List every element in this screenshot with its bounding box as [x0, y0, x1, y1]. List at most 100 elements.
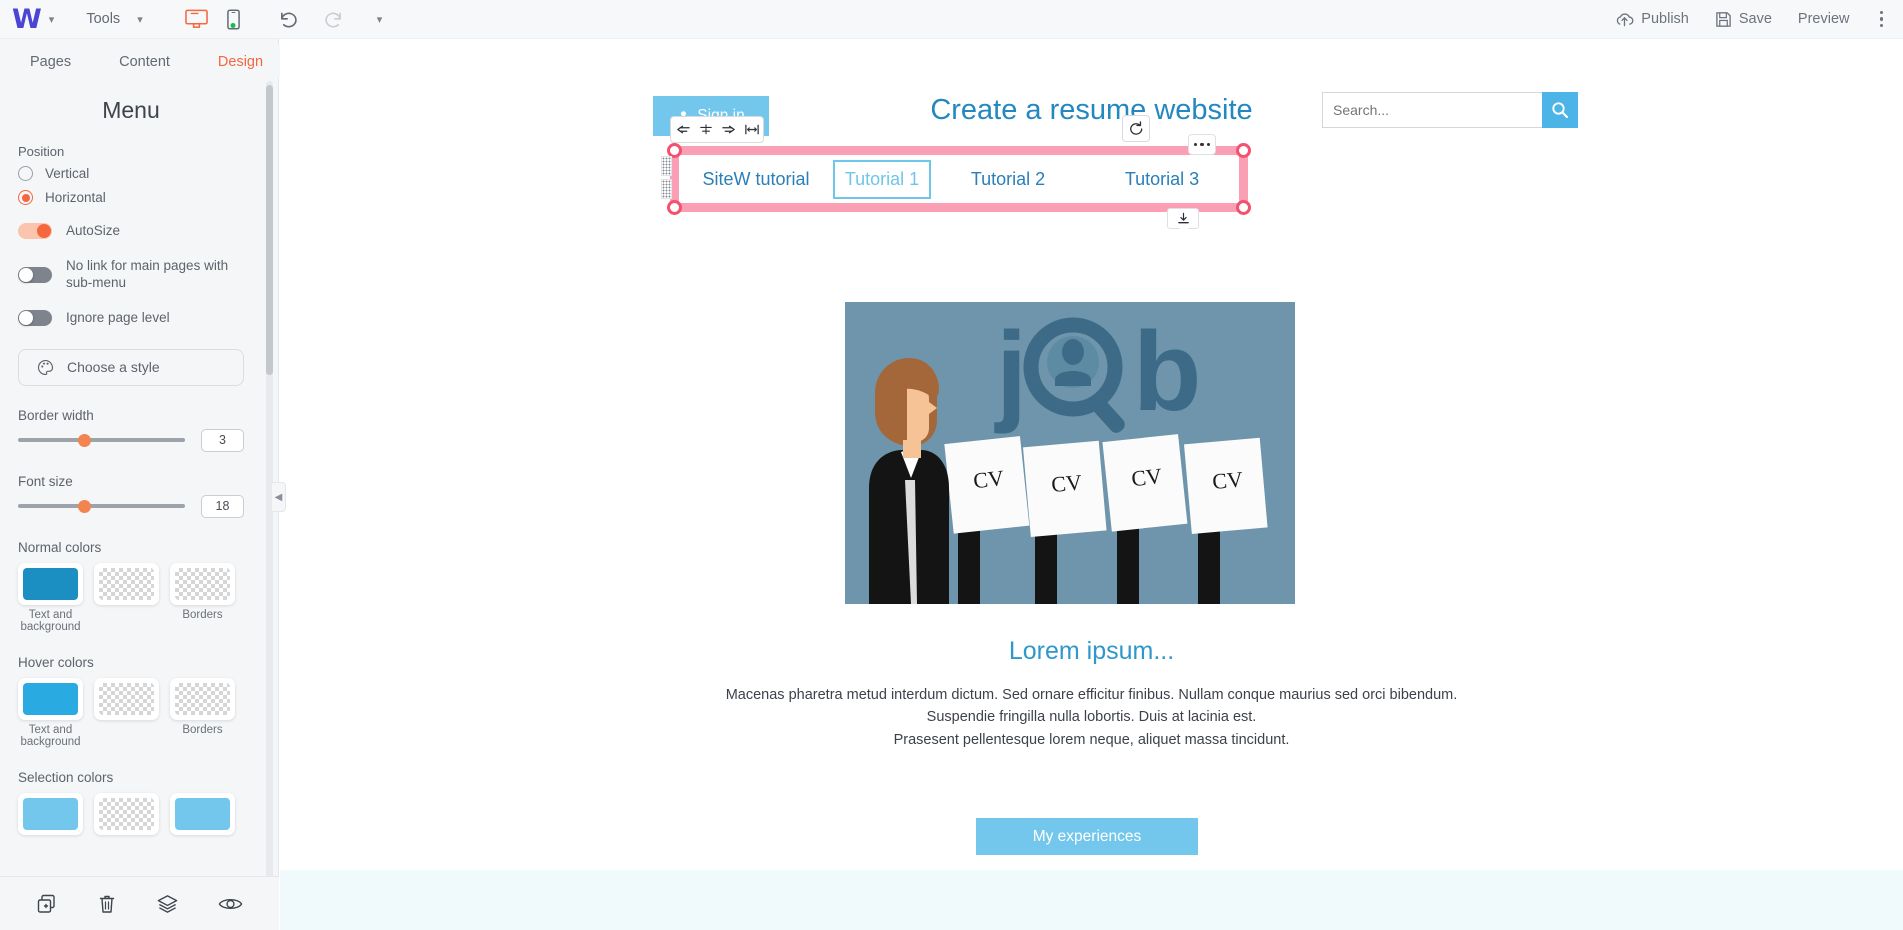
swatch-hover-borders[interactable]: Borders: [170, 677, 235, 748]
swatch-normal-text-bg[interactable]: Text and background: [18, 562, 83, 633]
widget-options-button[interactable]: [1188, 134, 1216, 155]
tools-menu-button[interactable]: Tools ▾: [86, 11, 142, 27]
swatch-box[interactable]: [94, 677, 159, 720]
mobile-view-button[interactable]: [226, 8, 240, 30]
lorem-heading[interactable]: Lorem ipsum...: [280, 637, 1903, 666]
selection-border-bottom: [670, 203, 1248, 212]
menu-item-tutorial-3[interactable]: Tutorial 3: [1085, 169, 1239, 190]
border-width-slider[interactable]: [18, 433, 185, 447]
choose-style-label: Choose a style: [67, 359, 160, 375]
swatch-selection-text-bg[interactable]: [18, 792, 83, 835]
trash-icon[interactable]: [97, 893, 117, 915]
eye-icon[interactable]: [218, 894, 243, 914]
menu-item-tutorial-1[interactable]: Tutorial 1: [833, 159, 931, 199]
swatch-caption: Borders: [182, 608, 223, 621]
swatch-hover-text-bg[interactable]: Text and background: [18, 677, 83, 748]
chevron-left-icon: ◀: [274, 491, 283, 503]
swatch-caption: Text and background: [20, 608, 81, 633]
font-size-slider[interactable]: [18, 499, 185, 513]
toggle-ignore-page-level[interactable]: Ignore page level: [18, 310, 244, 327]
font-size-input[interactable]: 18: [201, 494, 244, 518]
preview-button[interactable]: Preview: [1798, 11, 1850, 27]
swatch-normal-middle[interactable]: [94, 562, 159, 633]
align-center-button[interactable]: [694, 117, 717, 142]
search-input[interactable]: [1322, 92, 1542, 128]
stretch-width-button[interactable]: [740, 117, 763, 142]
publish-button[interactable]: Publish: [1615, 11, 1689, 28]
desktop-view-button[interactable]: [184, 9, 208, 29]
job-illustration-graphic: j b CV CV CV CV: [845, 302, 1295, 604]
radio-vertical[interactable]: Vertical: [18, 166, 244, 181]
svg-text:CV: CV: [972, 465, 1005, 493]
slider-thumb[interactable]: [78, 433, 92, 447]
widget-anchor-button[interactable]: [1167, 208, 1199, 234]
preview-label: Preview: [1797, 11, 1850, 27]
toggle-autosize[interactable]: AutoSize: [18, 223, 244, 240]
swatch-selection-borders[interactable]: [170, 792, 235, 835]
selected-menu-widget[interactable]: SiteW tutorial Tutorial 1 Tutorial 2 Tut…: [661, 134, 1251, 234]
publish-label: Publish: [1641, 11, 1689, 27]
resize-handle-top-right[interactable]: [1236, 143, 1251, 158]
align-left-button[interactable]: [671, 117, 694, 142]
tab-content[interactable]: Content: [95, 45, 194, 78]
menu-item-sitew-tutorial[interactable]: SiteW tutorial: [679, 169, 833, 190]
save-button[interactable]: Save: [1715, 11, 1772, 28]
hover-colors-swatches: Text and background Borders: [18, 677, 244, 748]
resize-handle-bottom-right[interactable]: [1236, 200, 1251, 215]
menu-item-tutorial-2[interactable]: Tutorial 2: [931, 169, 1085, 190]
resize-handle-bottom-left[interactable]: [667, 200, 682, 215]
redo-arrow-icon[interactable]: [323, 10, 344, 29]
swatch-selection-middle[interactable]: [94, 792, 159, 835]
swatch-box[interactable]: [170, 677, 235, 720]
tab-design[interactable]: Design: [193, 45, 288, 78]
design-sidebar: Pages Content Design Menu Position Verti…: [0, 39, 288, 930]
undo-arrow-icon[interactable]: [278, 10, 299, 29]
topbar-actions: Publish Save Preview: [1615, 10, 1903, 28]
swatch-box[interactable]: [170, 792, 235, 835]
swatch-hover-middle[interactable]: [94, 677, 159, 748]
swatch-box[interactable]: [94, 792, 159, 835]
swatch-box[interactable]: [94, 562, 159, 605]
search-submit-button[interactable]: [1542, 92, 1578, 128]
toggle-autosize-label: AutoSize: [66, 223, 121, 238]
save-label: Save: [1738, 11, 1772, 27]
sidebar-scrollbar-thumb[interactable]: [266, 85, 273, 375]
selection-border-top: [670, 146, 1248, 155]
more-options-icon[interactable]: [1876, 10, 1888, 28]
slider-thumb[interactable]: [78, 499, 92, 513]
duplicate-icon[interactable]: [36, 893, 58, 915]
palette-icon: [37, 359, 54, 375]
my-experiences-button[interactable]: My experiences: [976, 818, 1198, 855]
job-illustration[interactable]: j b CV CV CV CV: [845, 302, 1295, 604]
align-right-icon: [721, 125, 735, 134]
swatch-box[interactable]: [18, 677, 83, 720]
svg-text:b: b: [1133, 309, 1201, 434]
swatch-box[interactable]: [18, 562, 83, 605]
radio-horizontal[interactable]: Horizontal: [18, 190, 244, 205]
stretch-width-icon: [744, 124, 759, 135]
sitew-logo[interactable]: W: [12, 6, 42, 33]
page-title[interactable]: Create a resume website: [280, 94, 1903, 127]
align-left-icon: [676, 125, 690, 134]
selection-colors-label: Selection colors: [18, 769, 114, 785]
reload-icon: [1129, 120, 1142, 135]
swatch-normal-borders[interactable]: Borders: [170, 562, 235, 633]
swatch-fill-transparent: [175, 682, 230, 715]
swatch-box[interactable]: [18, 792, 83, 835]
toggle-no-link-main-pages[interactable]: No link for main pages with sub-menu: [18, 258, 244, 292]
layers-icon[interactable]: [156, 893, 179, 915]
sidebar-collapse-button[interactable]: ◀: [272, 482, 286, 512]
logo-chevron-down-icon[interactable]: ▾: [49, 13, 55, 26]
tab-pages[interactable]: Pages: [6, 45, 95, 78]
align-right-button[interactable]: [717, 117, 740, 142]
swatch-fill-transparent: [99, 797, 154, 830]
drag-grip-handle[interactable]: [661, 179, 672, 199]
drag-grip-handle[interactable]: [661, 156, 672, 176]
choose-a-style-button[interactable]: Choose a style: [18, 348, 244, 386]
menu-items-container: SiteW tutorial Tutorial 1 Tutorial 2 Tut…: [679, 155, 1239, 203]
reload-button[interactable]: [1122, 115, 1150, 142]
swatch-box[interactable]: [170, 562, 235, 605]
border-width-input[interactable]: 3: [201, 428, 244, 452]
history-chevron-down-icon[interactable]: ▾: [377, 13, 383, 26]
lorem-paragraph[interactable]: Macenas pharetra metud interdum dictum. …: [280, 684, 1903, 751]
